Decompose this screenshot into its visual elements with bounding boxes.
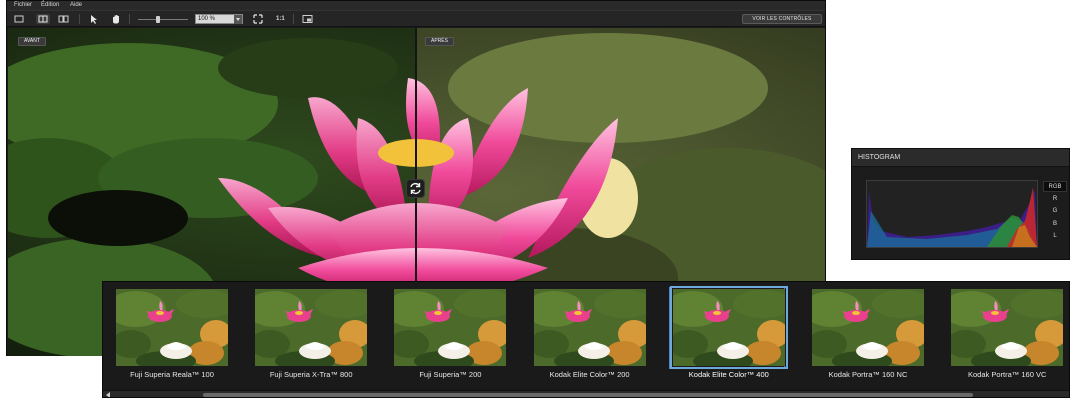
film-preset-thumbnail[interactable] <box>951 289 1064 366</box>
film-preset-thumbnail[interactable] <box>255 289 368 366</box>
zoom-slider-track[interactable] <box>138 19 188 20</box>
zoom-value: 100 % <box>198 16 216 22</box>
film-preset-label: Fuji Superia Reala™ 100 <box>130 370 214 379</box>
menu-file[interactable]: Fichier <box>14 1 32 10</box>
histogram-title: HISTOGRAM <box>858 154 901 161</box>
channel-l[interactable]: L <box>1043 231 1067 242</box>
channel-r[interactable]: R <box>1043 194 1067 205</box>
toolbar-separator <box>129 14 130 24</box>
zoom-slider-handle[interactable] <box>156 16 160 23</box>
side-by-side-icon[interactable] <box>58 14 70 24</box>
split-view-icon[interactable] <box>36 14 50 24</box>
film-preset-label: Fuji Superia™ 200 <box>419 370 482 379</box>
film-preset-label: Fuji Superia X-Tra™ 800 <box>269 370 353 379</box>
menu-edit[interactable]: Édition <box>41 1 59 10</box>
film-preset-thumbnail[interactable] <box>116 289 228 366</box>
film-strip-scrollbar[interactable] <box>103 390 1069 397</box>
film-preset-card[interactable]: Kodak Elite Color™ 400 <box>669 286 788 380</box>
fit-screen-icon[interactable] <box>253 14 263 24</box>
film-preset-card[interactable]: Fuji Superia X-Tra™ 800 <box>255 289 368 380</box>
film-preset-label: Kodak Portra™ 160 VC <box>968 370 1047 379</box>
toolbar: 100 % 1:1 VOIR LES CONTRÔLES <box>7 10 825 27</box>
film-preset-card[interactable]: Fuji Superia Reala™ 100 <box>116 289 228 380</box>
actual-size-button[interactable]: 1:1 <box>276 14 285 24</box>
pointer-icon[interactable] <box>88 14 98 24</box>
menu-bar: Fichier Édition Aide <box>7 1 825 10</box>
film-preset-label: Kodak Elite Color™ 200 <box>549 370 630 379</box>
channel-b[interactable]: B <box>1043 219 1067 230</box>
film-preset-card[interactable]: Kodak Portra™ 160 VC <box>951 289 1064 380</box>
film-preset-label: Kodak Portra™ 160 NC <box>828 370 908 379</box>
compare-icon[interactable] <box>302 14 314 24</box>
show-controls-button[interactable]: VOIR LES CONTRÔLES <box>742 14 822 24</box>
film-preset-label: Kodak Elite Color™ 400 <box>688 370 769 379</box>
menu-help[interactable]: Aide <box>70 1 82 10</box>
film-preset-thumbnail[interactable] <box>812 289 924 366</box>
film-strip: Fuji Superia Reala™ 100 Fuji Superia X-T… <box>102 281 1070 398</box>
scroll-left-icon[interactable] <box>105 392 112 397</box>
film-preset-thumbnail[interactable] <box>394 289 507 366</box>
film-preset-card[interactable]: Kodak Elite Color™ 200 <box>533 289 646 380</box>
zoom-select[interactable]: 100 % <box>195 14 243 24</box>
chevron-down-icon[interactable] <box>234 15 242 24</box>
toolbar-separator <box>79 14 80 24</box>
film-preset-thumbnail[interactable] <box>533 289 646 366</box>
toolbar-separator <box>293 14 294 24</box>
histogram-plot <box>866 180 1038 248</box>
split-handle[interactable] <box>406 179 425 198</box>
after-label: APRÈS <box>425 37 454 46</box>
film-preset-card[interactable]: Fuji Superia™ 200 <box>394 289 507 380</box>
histogram-panel: HISTOGRAM RGB R G B L <box>851 148 1070 260</box>
channel-rgb[interactable]: RGB <box>1043 181 1067 192</box>
scrollbar-thumb[interactable] <box>203 393 973 397</box>
show-controls-label: VOIR LES CONTRÔLES <box>752 16 812 22</box>
histogram-header: HISTOGRAM <box>852 149 1069 167</box>
hand-icon[interactable] <box>111 14 121 24</box>
film-preset-thumbnail[interactable] <box>669 286 788 369</box>
single-view-icon[interactable] <box>14 14 24 24</box>
before-label: AVANT <box>18 37 46 46</box>
channel-g[interactable]: G <box>1043 206 1067 217</box>
swap-icon <box>410 183 421 194</box>
film-preset-card[interactable]: Kodak Portra™ 160 NC <box>812 289 924 380</box>
